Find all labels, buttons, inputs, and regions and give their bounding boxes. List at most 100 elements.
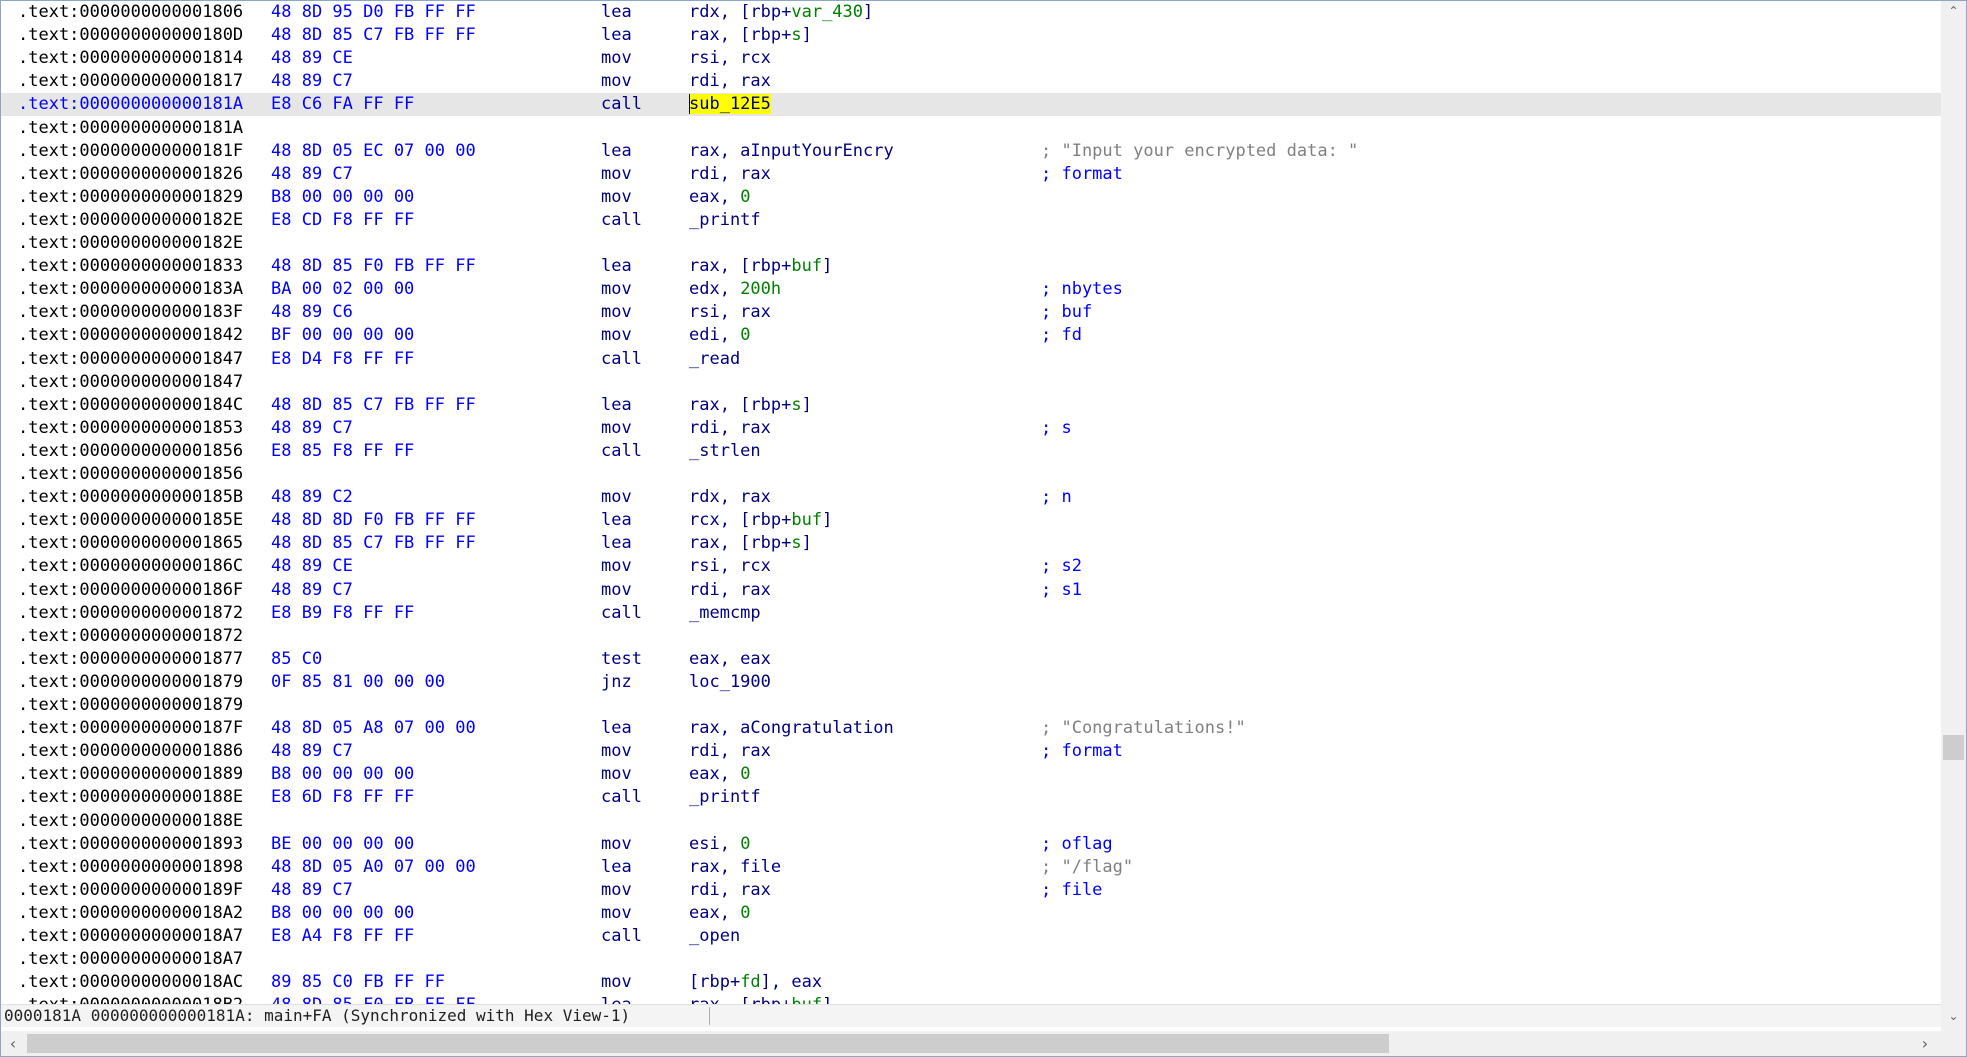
- listing-row[interactable]: .text:0000000000001886 48 89 C7 mov rdi, ra…: [1, 740, 1941, 763]
- scroll-left-arrow-icon[interactable]: ‹: [1, 1031, 25, 1056]
- scroll-up-arrow-icon[interactable]: ⌃: [1941, 1, 1966, 21]
- mnemonic[interactable]: call: [601, 786, 642, 809]
- listing-row[interactable]: .text:000000000000186F 48 89 C7 mov rdi, ra…: [1, 579, 1941, 602]
- listing-row[interactable]: .text:0000000000001872 E8 B9 F8 FF FF call…: [1, 602, 1941, 625]
- stack-variable[interactable]: fd: [740, 972, 760, 992]
- listing-row[interactable]: .text:0000000000001847: [1, 371, 1941, 394]
- address[interactable]: .text:00000000000018A2: [18, 902, 243, 925]
- address[interactable]: .text:0000000000001856: [18, 463, 243, 486]
- mnemonic[interactable]: call: [601, 602, 642, 625]
- address[interactable]: .text:0000000000001826: [18, 163, 243, 186]
- address[interactable]: .text:0000000000001893: [18, 833, 243, 856]
- address[interactable]: .text:00000000000018A7: [18, 925, 243, 948]
- address[interactable]: .text:0000000000001872: [18, 625, 243, 648]
- stack-variable[interactable]: var_430: [791, 2, 863, 22]
- mnemonic[interactable]: mov: [601, 555, 632, 578]
- mnemonic[interactable]: lea: [601, 532, 632, 555]
- mnemonic[interactable]: mov: [601, 324, 632, 347]
- mnemonic[interactable]: mov: [601, 833, 632, 856]
- mnemonic[interactable]: mov: [601, 971, 632, 994]
- listing-row[interactable]: .text:0000000000001826 48 89 C7 mov rdi, ra…: [1, 163, 1941, 186]
- listing-row[interactable]: .text:000000000000181F 48 8D 05 EC 07 00 …: [1, 140, 1941, 163]
- listing-row[interactable]: .text:0000000000001817 48 89 C7 mov rdi, ra…: [1, 70, 1941, 93]
- scroll-right-arrow-icon[interactable]: ›: [1913, 1031, 1937, 1056]
- mnemonic[interactable]: mov: [601, 879, 632, 902]
- mnemonic[interactable]: mov: [601, 278, 632, 301]
- mnemonic[interactable]: lea: [601, 994, 632, 1004]
- listing-row[interactable]: .text:0000000000001842 BF 00 00 00 00 mov e…: [1, 324, 1941, 347]
- address[interactable]: .text:000000000000187F: [18, 717, 243, 740]
- listing-row[interactable]: .text:000000000000185E 48 8D 8D F0 FB FF …: [1, 509, 1941, 532]
- address[interactable]: .text:000000000000181A: [18, 117, 243, 140]
- mnemonic[interactable]: lea: [601, 255, 632, 278]
- address[interactable]: .text:000000000000181A: [18, 93, 243, 116]
- listing-row[interactable]: .text:0000000000001865 48 8D 85 C7 FB FF …: [1, 532, 1941, 555]
- address[interactable]: .text:0000000000001879: [18, 694, 243, 717]
- address[interactable]: .text:0000000000001877: [18, 648, 243, 671]
- stack-variable[interactable]: s: [791, 25, 801, 45]
- mnemonic[interactable]: call: [601, 93, 642, 116]
- mnemonic[interactable]: jnz: [601, 671, 632, 694]
- current-line[interactable]: .text:000000000000181A E8 C6 FA FF FF call…: [1, 93, 1941, 117]
- listing-row[interactable]: .text:0000000000001814 48 89 CE mov rsi, rc…: [1, 47, 1941, 70]
- address[interactable]: .text:0000000000001847: [18, 371, 243, 394]
- address[interactable]: .text:0000000000001829: [18, 186, 243, 209]
- address[interactable]: .text:00000000000018A7: [18, 948, 243, 971]
- mnemonic[interactable]: mov: [601, 186, 632, 209]
- address[interactable]: .text:000000000000185B: [18, 486, 243, 509]
- address[interactable]: .text:0000000000001865: [18, 532, 243, 555]
- address[interactable]: .text:0000000000001853: [18, 417, 243, 440]
- mnemonic[interactable]: mov: [601, 301, 632, 324]
- listing-row[interactable]: .text:0000000000001889 B8 00 00 00 00 mov e…: [1, 763, 1941, 786]
- address[interactable]: .text:00000000000018AC: [18, 971, 243, 994]
- listing-row[interactable]: .text:0000000000001829 B8 00 00 00 00 mov e…: [1, 186, 1941, 209]
- listing-row[interactable]: .text:00000000000018AC 89 85 C0 FB FF FF m…: [1, 971, 1941, 994]
- address[interactable]: .text:0000000000001842: [18, 324, 243, 347]
- stack-variable[interactable]: s: [791, 533, 801, 553]
- listing-row[interactable]: .text:00000000000018B2 48 8D 85 F0 FB FF …: [1, 994, 1941, 1004]
- listing-row[interactable]: .text:000000000000180D 48 8D 85 C7 FB FF …: [1, 24, 1941, 47]
- scroll-down-arrow-icon[interactable]: ⌄: [1941, 1006, 1966, 1026]
- address[interactable]: .text:000000000000188E: [18, 810, 243, 833]
- listing-row[interactable]: .text:000000000000185B 48 89 C2 mov rdx, ra…: [1, 486, 1941, 509]
- address[interactable]: .text:0000000000001886: [18, 740, 243, 763]
- address[interactable]: .text:0000000000001806: [18, 1, 243, 24]
- horizontal-scrollbar[interactable]: ‹ ›: [1, 1031, 1941, 1056]
- mnemonic[interactable]: lea: [601, 717, 632, 740]
- listing-row[interactable]: .text:000000000000186C 48 89 CE mov rsi, rc…: [1, 555, 1941, 578]
- vertical-scroll-thumb[interactable]: [1943, 735, 1964, 760]
- address[interactable]: .text:0000000000001898: [18, 856, 243, 879]
- mnemonic[interactable]: lea: [601, 509, 632, 532]
- vertical-scrollbar[interactable]: ⌃ ⌄: [1941, 1, 1966, 1031]
- listing-row[interactable]: .text:0000000000001879: [1, 694, 1941, 717]
- disassembly-listing[interactable]: .text:0000000000001806 48 8D 95 D0 FB FF …: [1, 1, 1941, 1004]
- address[interactable]: .text:0000000000001817: [18, 70, 243, 93]
- listing-row[interactable]: .text:000000000000184C 48 8D 85 C7 FB FF …: [1, 394, 1941, 417]
- address[interactable]: .text:000000000000186C: [18, 555, 243, 578]
- listing-row[interactable]: .text:00000000000018A7 E8 A4 F8 FF FF call…: [1, 925, 1941, 948]
- address[interactable]: .text:0000000000001847: [18, 348, 243, 371]
- listing-row[interactable]: .text:0000000000001856 E8 85 F8 FF FF call…: [1, 440, 1941, 463]
- address[interactable]: .text:0000000000001833: [18, 255, 243, 278]
- listing-row[interactable]: .text:000000000000181A: [1, 117, 1941, 140]
- mnemonic[interactable]: lea: [601, 856, 632, 879]
- address[interactable]: .text:000000000000182E: [18, 209, 243, 232]
- mnemonic[interactable]: lea: [601, 394, 632, 417]
- mnemonic[interactable]: call: [601, 925, 642, 948]
- address[interactable]: .text:0000000000001814: [18, 47, 243, 70]
- address[interactable]: .text:000000000000189F: [18, 879, 243, 902]
- horizontal-scroll-thumb[interactable]: [27, 1034, 1389, 1053]
- stack-variable[interactable]: buf: [791, 510, 822, 530]
- listing-row[interactable]: .text:0000000000001877 85 C0 test eax, eax: [1, 648, 1941, 671]
- mnemonic[interactable]: test: [601, 648, 642, 671]
- address[interactable]: .text:000000000000181F: [18, 140, 243, 163]
- listing-row[interactable]: .text:000000000000182E E8 CD F8 FF FF call…: [1, 209, 1941, 232]
- mnemonic[interactable]: call: [601, 348, 642, 371]
- listing-row[interactable]: .text:0000000000001847 E8 D4 F8 FF FF call…: [1, 348, 1941, 371]
- highlighted-symbol[interactable]: sub_12E5: [689, 94, 771, 115]
- mnemonic[interactable]: mov: [601, 70, 632, 93]
- stack-variable[interactable]: s: [791, 395, 801, 415]
- listing-row[interactable]: .text:000000000000187F 48 8D 05 A8 07 00 …: [1, 717, 1941, 740]
- listing-row[interactable]: .text:000000000000188E E8 6D F8 FF FF call…: [1, 786, 1941, 809]
- mnemonic[interactable]: call: [601, 440, 642, 463]
